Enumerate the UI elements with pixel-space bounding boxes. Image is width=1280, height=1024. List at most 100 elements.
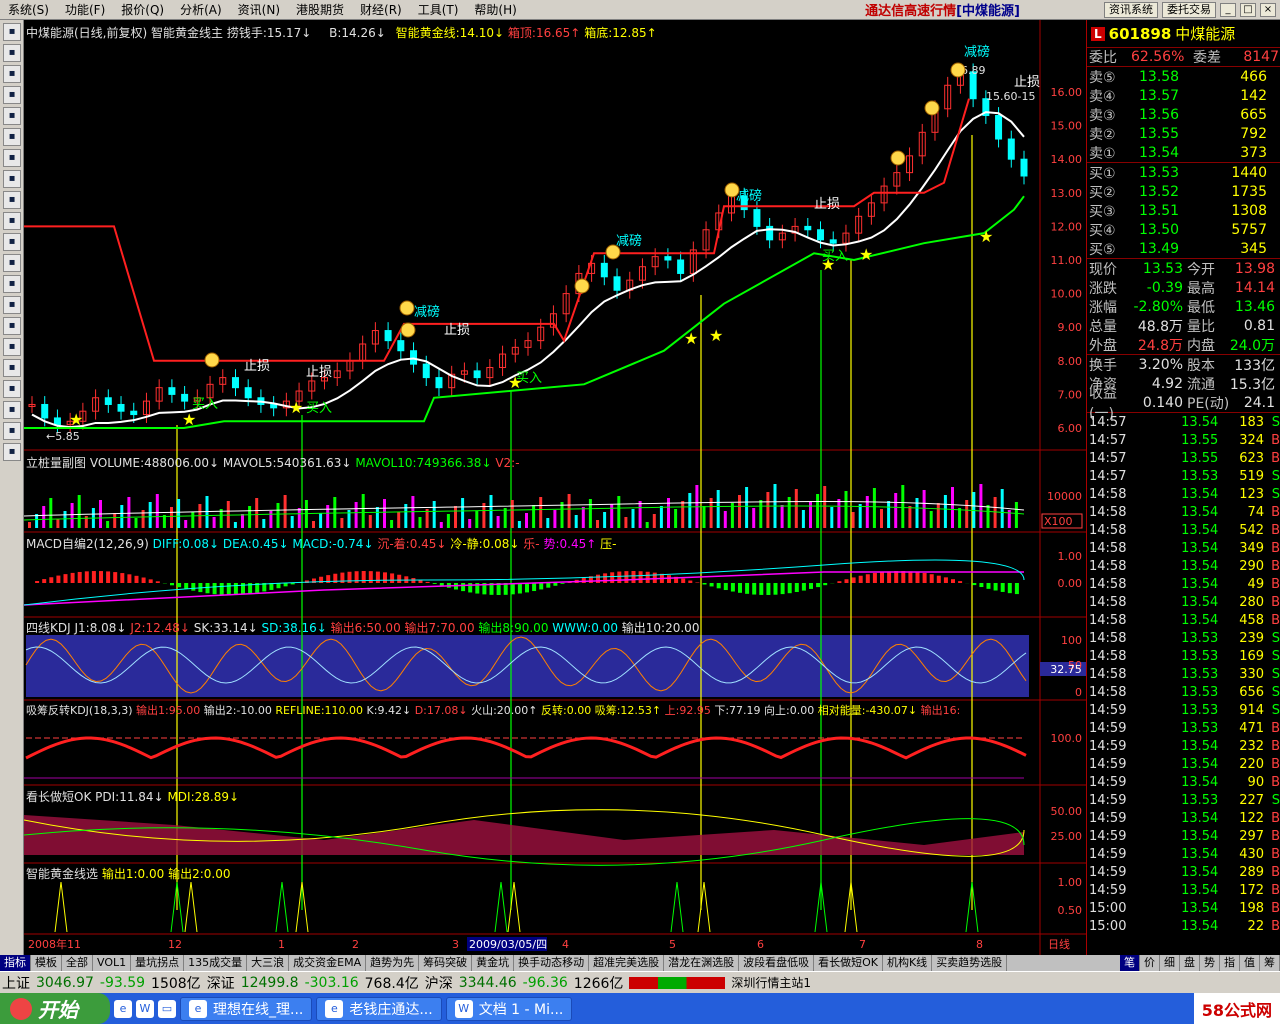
candle-body [104,397,112,405]
task-browser-1[interactable]: e 理想在线_理... [180,996,313,1021]
menu-tools[interactable]: 工具(T) [410,1,467,18]
volume-bar [233,522,237,528]
indicator-tab[interactable]: 量坑拐点 [131,955,185,971]
right-panel-tab[interactable]: 势 [1200,955,1220,971]
macd-bar [752,583,757,595]
indicator-tab[interactable]: 换手动态移动 [514,955,590,971]
task-browser-2[interactable]: e 老钱庄通达... [316,996,442,1021]
volume-bar [28,522,31,528]
volume-bar [560,502,564,528]
chart-area[interactable]: 16.00 15.00 14.00 13.00 12.00 11.00 10.00 9.00 8… [23,20,1086,955]
hs-change: -96.36 [522,974,568,991]
stock-code[interactable]: 601898 [1109,25,1172,43]
buy-level-row[interactable]: 买⑤ 13.49 345 [1087,239,1280,258]
sell-level-row[interactable]: 卖③ 13.56 665 [1087,105,1280,124]
grid-icon[interactable]: ▪ [3,23,21,41]
line-icon[interactable]: ▪ [3,65,21,83]
chart-canvas[interactable]: 16.0015.0014.0013.0012.0011.0010.009.008… [23,20,1086,955]
menu-finance[interactable]: 财经(R) [352,1,410,18]
volume-bar [986,505,990,528]
down-icon[interactable]: ▪ [3,443,21,461]
menu-news[interactable]: 资讯(N) [230,1,288,18]
sz-change: -303.16 [304,974,359,991]
minimize-button[interactable]: _ [1220,2,1236,17]
buy-level-row[interactable]: 买① 13.53 1440 [1087,163,1280,182]
word-icon[interactable]: W [136,999,154,1018]
search-icon[interactable]: ▪ [3,233,21,251]
sell-level-row[interactable]: 卖⑤ 13.58 466 [1087,67,1280,86]
menu-system[interactable]: 系统(S) [0,1,57,18]
buy-level-row[interactable]: 买③ 13.51 1308 [1087,201,1280,220]
bar-icon[interactable]: ▪ [3,44,21,62]
ie-icon[interactable]: e [114,999,132,1018]
index-statusbar: 上证 3046.97 -93.59 1508亿 深证 12499.8 -303.… [0,971,1280,993]
desktop-icon[interactable]: ▭ [158,999,176,1018]
f10-icon[interactable]: ▪ [3,254,21,272]
indicator-tab[interactable]: 筹码突破 [419,955,473,971]
volume-bar [42,506,46,528]
menu-help[interactable]: 帮助(H) [466,1,524,18]
volume-bar [674,509,678,528]
right-panel-tab[interactable]: 指 [1220,955,1240,971]
right-panel-tab[interactable]: 价 [1140,955,1160,971]
macd-bar [709,583,714,587]
sell-level-row[interactable]: 卖④ 13.57 142 [1087,86,1280,105]
buy-label: 买入 [306,401,332,416]
copy-icon[interactable]: ▪ [3,317,21,335]
right-panel-tab[interactable]: 细 [1160,955,1180,971]
indicator-tab[interactable]: 大三浪 [247,955,290,971]
wave-icon[interactable]: ▪ [3,275,21,293]
doc-icon[interactable]: ▪ [3,128,21,146]
indicator-tab[interactable]: 潜龙在渊选股 [664,955,740,971]
watermark-logo: 58公式网 [1193,993,1280,1024]
money-icon[interactable]: ▪ [3,338,21,356]
sell-level-row[interactable]: 卖① 13.54 373 [1087,143,1280,162]
right-panel-tab[interactable]: 筹 [1260,955,1280,971]
indicator-tab[interactable]: VOL1 [93,955,132,971]
buy-level-row[interactable]: 买② 13.52 1735 [1087,182,1280,201]
menu-quote[interactable]: 报价(Q) [113,1,172,18]
menu-analysis[interactable]: 分析(A) [172,1,230,18]
move-icon[interactable]: ▪ [3,401,21,419]
indicator-tab[interactable]: 买卖趋势选股 [932,955,1008,971]
globe-icon[interactable]: ▪ [3,212,21,230]
indicator-tab[interactable]: 机构K线 [883,955,933,971]
stock-name[interactable]: 中煤能源 [1175,23,1235,44]
start-button[interactable]: 开始 [0,993,110,1024]
indicator-tab[interactable]: 波段看盘低吸 [739,955,815,971]
news-system-button[interactable]: 资讯系统 [1104,1,1158,18]
volume-bar [887,501,891,528]
indicator-tab[interactable]: 指标 [0,955,31,971]
indicator-tab[interactable]: 模板 [31,955,62,971]
indicator-tab[interactable]: 全部 [62,955,93,971]
right-panel-tab[interactable]: 值 [1240,955,1260,971]
pct-icon[interactable]: ▪ [3,149,21,167]
indicator-tab[interactable]: 成交资金EMA [289,955,367,971]
menu-function[interactable]: 功能(F) [57,1,113,18]
sell-level-row[interactable]: 卖② 13.55 792 [1087,124,1280,143]
list-icon[interactable]: ▪ [3,107,21,125]
candle-icon[interactable]: ▪ [3,86,21,104]
trade-button[interactable]: 委托交易 [1162,1,1216,18]
close-button[interactable]: × [1260,2,1276,17]
right-panel-tab[interactable]: 笔 [1120,955,1140,971]
indicator-tab[interactable]: 超准完美选股 [589,955,665,971]
buy-level-row[interactable]: 买④ 13.50 5757 [1087,220,1280,239]
people-icon[interactable]: ▪ [3,191,21,209]
bs-icon[interactable]: ▪ [3,296,21,314]
maximize-button[interactable]: □ [1240,2,1256,17]
right-panel-tab[interactable]: 盘 [1180,955,1200,971]
macd-bar [908,571,913,583]
indicator-tab[interactable]: 看长做短OK [814,955,883,971]
pen-icon[interactable]: ▪ [3,359,21,377]
indicator-tab[interactable]: 黄金坑 [472,955,515,971]
up-icon[interactable]: ▪ [3,422,21,440]
indicator-tab[interactable]: 趋势为先 [366,955,420,971]
tick-row: 14:58 13.53 330 S [1089,666,1280,682]
gear-icon[interactable]: ▪ [3,380,21,398]
news-icon[interactable]: ▪ [3,170,21,188]
indicator-tab[interactable]: 135成交量 [184,955,248,971]
tick-list[interactable]: 14:57 13.54 183 S 14:57 13.55 324 B 14:57 13.55 62… [1087,413,1280,935]
menu-hk-futures[interactable]: 港股期货 [288,1,352,18]
task-word-doc[interactable]: W 文档 1 - Mi... [445,996,573,1021]
